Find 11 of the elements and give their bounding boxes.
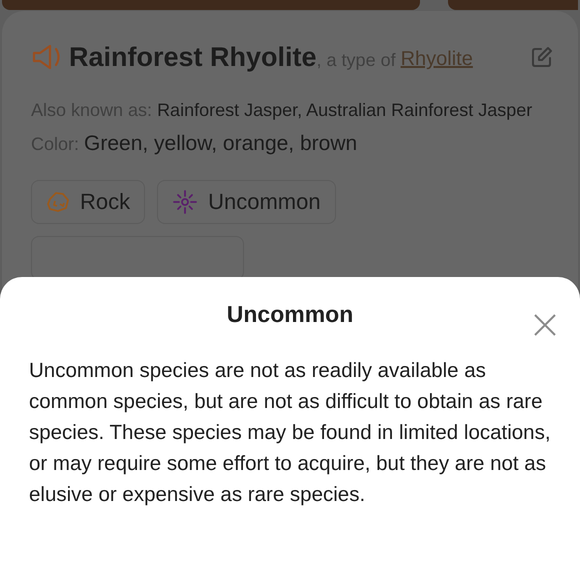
- rock-icon: [46, 190, 70, 212]
- edit-icon[interactable]: [531, 46, 553, 68]
- tag-chip[interactable]: Rock: [31, 180, 146, 224]
- tag-chip[interactable]: Uncommon: [157, 180, 336, 224]
- close-button[interactable]: [533, 313, 557, 337]
- mineral-name: Rainforest Rhyolite: [69, 41, 317, 74]
- sheet-title: Uncommon: [226, 300, 354, 329]
- type-link[interactable]: Rhyolite: [400, 44, 473, 74]
- sheet-description: Uncommon species are not as readily available as common species, but are not as difficult to obtain as rare species. These species may be found in limited locations, or may require some effort to acquire, but they are not as elusive or expensive as rare species.: [29, 358, 551, 508]
- close-icon: [533, 313, 557, 337]
- sparkle-icon: [172, 188, 198, 214]
